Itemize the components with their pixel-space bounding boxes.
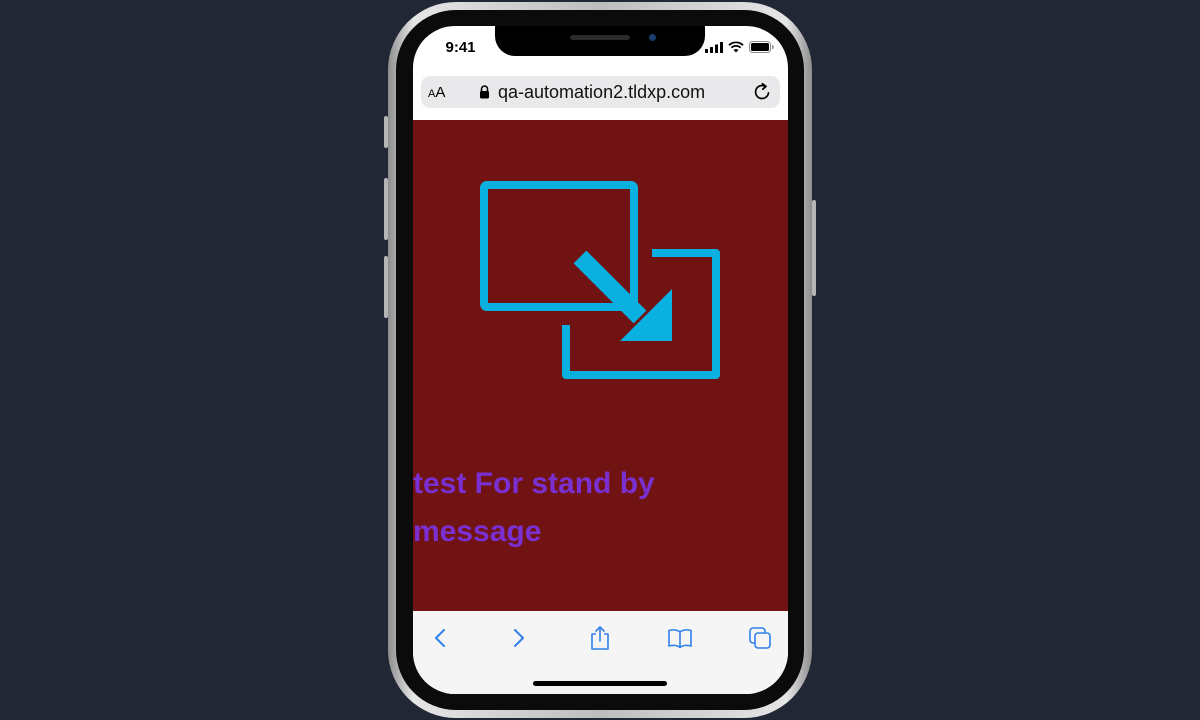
bookmarks-icon <box>668 629 692 649</box>
signal-icon <box>705 41 723 53</box>
text-size-large-label: A <box>435 84 446 101</box>
lock-icon <box>480 85 489 99</box>
home-indicator <box>533 681 667 686</box>
bookmarks-button[interactable] <box>665 623 695 653</box>
reload-icon[interactable] <box>752 81 774 103</box>
notch <box>495 26 705 56</box>
phone-screen: 9:41 AA qa-automation2.tldxp.com test Fo… <box>413 26 788 694</box>
standby-message: test For stand by message <box>413 467 655 548</box>
tabs-button[interactable] <box>745 623 775 653</box>
status-time: 9:41 <box>445 39 476 56</box>
forward-button[interactable] <box>504 623 534 653</box>
power-button <box>812 200 816 296</box>
url-text[interactable]: qa-automation2.tldxp.com <box>498 82 705 103</box>
back-icon <box>435 629 445 647</box>
browser-toolbar <box>413 611 788 694</box>
text-size-button[interactable]: AA <box>428 84 445 101</box>
back-button[interactable] <box>425 623 455 653</box>
resize-arrow-icon <box>480 181 720 379</box>
volume-down-button <box>384 256 388 318</box>
front-camera <box>649 34 656 41</box>
page-content: test For stand by message <box>413 120 788 611</box>
volume-up-button <box>384 178 388 240</box>
wifi-icon <box>728 41 744 53</box>
forward-icon <box>514 629 524 647</box>
speaker-grille <box>570 35 630 40</box>
url-bar[interactable]: AA qa-automation2.tldxp.com <box>421 76 780 108</box>
share-button[interactable] <box>585 623 615 653</box>
mute-switch <box>384 116 388 148</box>
battery-icon <box>749 41 774 53</box>
tabs-icon <box>749 627 771 649</box>
status-icons <box>705 41 774 53</box>
share-icon <box>591 626 609 650</box>
